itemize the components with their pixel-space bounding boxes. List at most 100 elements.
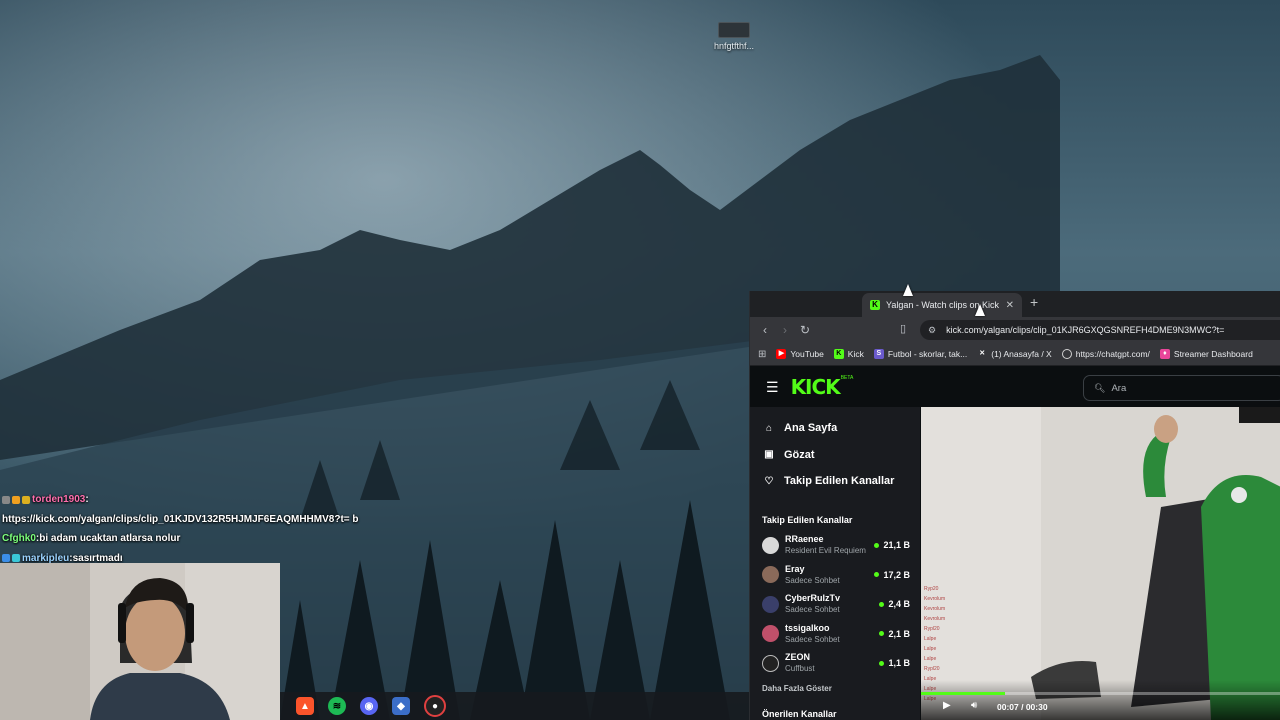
channel-category: Sadece Sohbet xyxy=(785,634,840,644)
channel-name: tssigalkoo xyxy=(785,622,830,633)
channel-name: ZEON xyxy=(785,652,811,663)
chat-message: Cfghk0 : bi adam ucaktan atlarsa nolur xyxy=(2,529,422,549)
chatgpt-icon xyxy=(1061,349,1072,359)
mouse-cursor-icon xyxy=(903,284,913,296)
channel-item[interactable]: tssigalkoo Sadece Sohbet 2,1 B xyxy=(750,619,920,649)
svg-text:Kevrolum: Kevrolum xyxy=(924,606,945,612)
avatar xyxy=(762,595,779,613)
bookmark-label: YouTube xyxy=(790,349,824,359)
channel-name: Eray xyxy=(785,563,805,574)
browser-toolbar: ‹ › ↻ ▯ ⚙ kick.com/yalgan/clips/clip_01K… xyxy=(750,317,1280,343)
browse-icon: ▣ xyxy=(764,449,774,461)
bookmark-youtube[interactable]: ▶ YouTube xyxy=(776,349,824,359)
channel-item[interactable]: Eray Sadece Sohbet 17,2 B xyxy=(750,560,920,590)
bookmark-label: Streamer Dashboard xyxy=(1173,349,1253,359)
home-icon: ⌂ xyxy=(765,422,773,434)
bookmark-streamer-dashboard[interactable]: ♦ Streamer Dashboard xyxy=(1159,349,1253,359)
chat-text: https://kick.com/yalgan/clips/clip_01KJD… xyxy=(2,513,359,525)
kick-header: ☰ KICKBETA 🔍︎ Ara xyxy=(750,366,1280,408)
show-more-link[interactable]: Daha Fazla Göster xyxy=(750,684,920,693)
bookmark-chatgpt[interactable]: https://chatgpt.com/ xyxy=(1061,349,1150,359)
search-input[interactable]: 🔍︎ Ara xyxy=(1083,375,1280,401)
apps-grid-icon[interactable]: ⊞ xyxy=(758,349,766,360)
brave-icon[interactable]: ▲ xyxy=(296,697,314,715)
viewer-count-text: 1,1 B xyxy=(888,658,910,669)
channel-category: Cuffbust xyxy=(785,664,815,674)
followed-channels-title: Takip Edilen Kanallar xyxy=(762,514,853,525)
video-frame: Ryp20 Kevrolum Kevrolum Kevrolum Rypl20 Lalp… xyxy=(921,407,1280,720)
hamburger-menu-icon[interactable]: ☰ xyxy=(766,379,779,396)
desktop-file-icon[interactable]: hnfgtfthf... xyxy=(706,20,762,51)
tab-strip: K Yalgan - Watch clips on Kick ✕ + xyxy=(750,291,1280,317)
nav-home[interactable]: ⌂ Ana Sayfa xyxy=(750,415,920,442)
badge-icon xyxy=(12,554,20,563)
viewer-count: 2,4 B xyxy=(879,599,910,609)
app-icon[interactable]: ◆ xyxy=(392,697,410,715)
new-tab-button[interactable]: + xyxy=(1030,294,1038,310)
discord-icon[interactable]: ◉ xyxy=(360,697,378,715)
desktop-file-label: hnfgtfthf... xyxy=(713,41,755,51)
back-icon[interactable]: ‹ xyxy=(755,323,775,337)
close-tab-icon[interactable]: ✕ xyxy=(1006,300,1014,311)
kick-logo[interactable]: KICKBETA xyxy=(779,375,854,399)
channel-category: Sadece Sohbet xyxy=(785,575,840,585)
progress-bar[interactable] xyxy=(921,692,1280,695)
webcam-feed xyxy=(0,563,280,720)
viewer-count: 17,2 B xyxy=(874,570,910,580)
search-placeholder: Ara xyxy=(1111,382,1127,394)
bookmark-label: (1) Anasayfa / X xyxy=(991,349,1052,359)
channel-item[interactable]: RRaenee Resident Evil Requiem 21,1 B xyxy=(750,531,920,561)
live-dot-icon xyxy=(879,601,885,607)
spotify-icon[interactable]: ≋ xyxy=(328,697,346,715)
chat-username: Cfghk0 xyxy=(2,533,36,544)
volume-icon[interactable]: 🔊︎ xyxy=(971,700,977,711)
beta-badge: BETA xyxy=(840,375,854,381)
nav-browse[interactable]: ▣ Gözat xyxy=(750,442,920,469)
x-icon: ✕ xyxy=(979,350,986,357)
address-bar[interactable]: ⚙ kick.com/yalgan/clips/clip_01KJR6GXQGS… xyxy=(920,320,1280,340)
svg-text:Rypl20: Rypl20 xyxy=(924,626,940,632)
obs-icon[interactable]: ● xyxy=(424,695,446,717)
badge-icon xyxy=(22,495,30,504)
clip-video-player[interactable]: Ryp20 Kevrolum Kevrolum Kevrolum Rypl20 Lalp… xyxy=(921,407,1280,720)
play-icon[interactable]: ▶ xyxy=(943,700,951,711)
bookmark-label: Kick xyxy=(847,349,864,359)
avatar xyxy=(762,625,779,643)
bookmark-x[interactable]: ✕ (1) Anasayfa / X xyxy=(977,349,1051,359)
file-thumbnail-icon xyxy=(718,22,750,38)
svg-text:Lalpe: Lalpe xyxy=(924,656,936,662)
svg-text:Ryp20: Ryp20 xyxy=(924,586,939,592)
avatar xyxy=(762,536,779,554)
svg-text:Kevrolum: Kevrolum xyxy=(924,596,945,602)
kick-favicon-icon: K xyxy=(870,300,880,310)
viewer-count: 21,1 B xyxy=(874,540,910,550)
chat-username: torden1903 xyxy=(32,494,86,505)
live-dot-icon xyxy=(874,572,880,578)
badge-icon xyxy=(2,554,10,563)
youtube-icon: ▶ xyxy=(776,349,787,359)
forward-icon[interactable]: › xyxy=(775,323,795,337)
nav-following[interactable]: ♡ Takip Edilen Kanallar xyxy=(750,468,920,495)
channel-category: Resident Evil Requiem xyxy=(785,546,866,556)
time-display: 00:07 / 00:30 xyxy=(997,702,1048,712)
bookmark-flashscore[interactable]: S Futbol - skorlar, tak... xyxy=(873,349,967,359)
viewer-count-text: 2,1 B xyxy=(888,628,910,639)
channel-item[interactable]: CyberRulzTv Sadece Sohbet 2,4 B xyxy=(750,590,920,620)
stream-chat-overlay: torden1903 : https://kick.com/yalgan/cli… xyxy=(2,490,422,568)
heart-icon: ♡ xyxy=(764,475,774,487)
reload-icon[interactable]: ↻ xyxy=(795,323,815,337)
browser-window: K Yalgan - Watch clips on Kick ✕ + ‹ › ↻… xyxy=(749,291,1280,720)
chat-text: bi adam ucaktan atlarsa nolur xyxy=(39,533,181,544)
nav-label: Ana Sayfa xyxy=(784,422,838,435)
site-info-icon[interactable]: ⚙ xyxy=(928,325,936,336)
bookmarks-bar: ⊞ ▶ YouTube K Kick S Futbol - skorlar, t… xyxy=(750,343,1280,366)
flashscore-icon: S xyxy=(873,349,884,359)
channel-item[interactable]: ZEON Cuffbust 1,1 B xyxy=(750,649,920,679)
viewer-count: 2,1 B xyxy=(879,629,910,639)
browser-tab[interactable]: K Yalgan - Watch clips on Kick ✕ xyxy=(862,293,1022,317)
viewer-count: 1,1 B xyxy=(879,658,910,668)
bookmark-kick[interactable]: K Kick xyxy=(833,349,864,359)
bookmark-page-icon[interactable]: ▯ xyxy=(900,322,906,335)
svg-text:Lalpe: Lalpe xyxy=(924,636,936,642)
viewer-count-text: 21,1 B xyxy=(883,540,910,551)
